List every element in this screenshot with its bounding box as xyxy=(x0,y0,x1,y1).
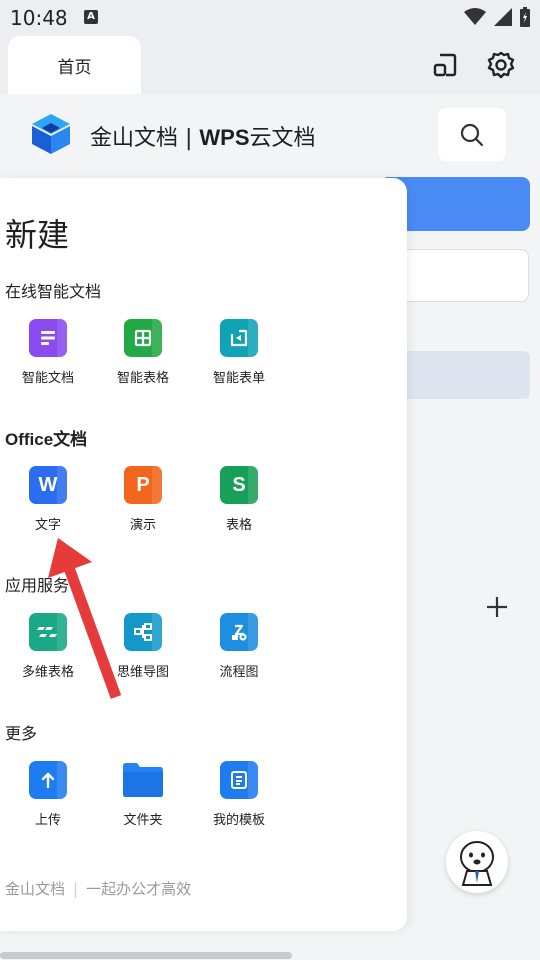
item-label: 多维表格 xyxy=(21,665,74,680)
settings-gear-icon[interactable] xyxy=(484,48,518,82)
new-presentation-button[interactable]: P 演示 xyxy=(98,466,188,533)
item-label: 智能文档 xyxy=(21,371,74,386)
upload-icon xyxy=(29,761,67,799)
tab-bar: 首页 xyxy=(0,36,540,94)
template-icon xyxy=(220,761,258,799)
tab-home[interactable]: 首页 xyxy=(8,36,141,94)
item-label: 思维导图 xyxy=(116,665,169,680)
new-word-doc-button[interactable]: W 文字 xyxy=(3,466,93,533)
search-button[interactable] xyxy=(438,108,506,161)
section-title-online-docs: 在线智能文档 xyxy=(5,282,102,301)
new-folder-button[interactable]: 文件夹 xyxy=(98,761,188,828)
section-title-text: Office文档 xyxy=(5,430,88,449)
new-smart-doc-button[interactable]: 智能文档 xyxy=(3,319,93,386)
multi-table-icon xyxy=(29,613,67,651)
new-multi-table-button[interactable]: 多维表格 xyxy=(3,613,93,680)
smart-sheet-icon xyxy=(124,319,162,357)
item-label: 文件夹 xyxy=(123,813,163,828)
status-time: 10:48 xyxy=(10,6,68,30)
new-smart-sheet-button[interactable]: 智能表格 xyxy=(98,319,188,386)
footer-separator: | xyxy=(73,880,79,898)
new-flowchart-button[interactable]: 流程图 xyxy=(194,613,284,680)
folder-icon xyxy=(123,761,163,799)
cast-screen-icon[interactable] xyxy=(428,48,462,82)
item-label: 文字 xyxy=(34,518,61,533)
add-plus-icon[interactable] xyxy=(478,588,516,626)
section-title-more: 更多 xyxy=(5,724,38,743)
assistant-mascot-icon[interactable] xyxy=(446,831,508,893)
kdocs-logo-icon xyxy=(30,112,72,160)
upload-button[interactable]: 上传 xyxy=(3,761,93,828)
item-label: 智能表单 xyxy=(212,371,265,386)
app-header: 金山文档 | WPS云文档 xyxy=(0,94,540,180)
item-label: 上传 xyxy=(34,813,61,828)
signal-icon xyxy=(494,8,512,26)
search-icon xyxy=(460,123,484,146)
smart-doc-icon xyxy=(29,319,67,357)
smart-form-icon xyxy=(220,319,258,357)
horizontal-scrollbar[interactable] xyxy=(0,952,292,959)
new-spreadsheet-button[interactable]: S 表格 xyxy=(194,466,284,533)
new-document-panel: 新建 在线智能文档 智能文档 智能表格 智能表单 Office文档 W 文字 P… xyxy=(0,178,407,931)
new-smart-form-button[interactable]: 智能表单 xyxy=(194,319,284,386)
brand-prefix: 金山文档 | xyxy=(90,126,200,151)
wifi-icon xyxy=(464,8,486,25)
section-title-office-docs: Office文档 xyxy=(5,425,87,450)
word-icon: W xyxy=(29,466,67,504)
panel-title: 新建 xyxy=(5,216,70,254)
item-label: 表格 xyxy=(225,518,252,533)
panel-footer: 金山文档 | 一起办公才高效 xyxy=(5,878,191,899)
new-mindmap-button[interactable]: 思维导图 xyxy=(98,613,188,680)
my-templates-button[interactable]: 我的模板 xyxy=(194,761,284,828)
flowchart-icon xyxy=(220,613,258,651)
mindmap-icon xyxy=(124,613,162,651)
brand-title: 金山文档 | WPS云文档 xyxy=(90,120,316,152)
item-label: 我的模板 xyxy=(212,813,265,828)
footer-brand: 金山文档 xyxy=(5,880,66,898)
brand-suffix: 云文档 xyxy=(249,126,316,151)
footer-slogan: 一起办公才高效 xyxy=(86,880,192,898)
brand-wps: WPS xyxy=(199,125,250,150)
item-label: 流程图 xyxy=(219,665,259,680)
battery-icon xyxy=(520,7,530,27)
ppt-icon: P xyxy=(124,466,162,504)
status-indicators xyxy=(464,7,530,27)
notification-icon: A xyxy=(84,10,98,24)
status-bar: 10:48 A xyxy=(0,0,540,36)
section-title-app-services: 应用服务 xyxy=(5,576,70,595)
sheet-icon: S xyxy=(220,466,258,504)
item-label: 智能表格 xyxy=(116,371,169,386)
item-label: 演示 xyxy=(129,518,156,533)
